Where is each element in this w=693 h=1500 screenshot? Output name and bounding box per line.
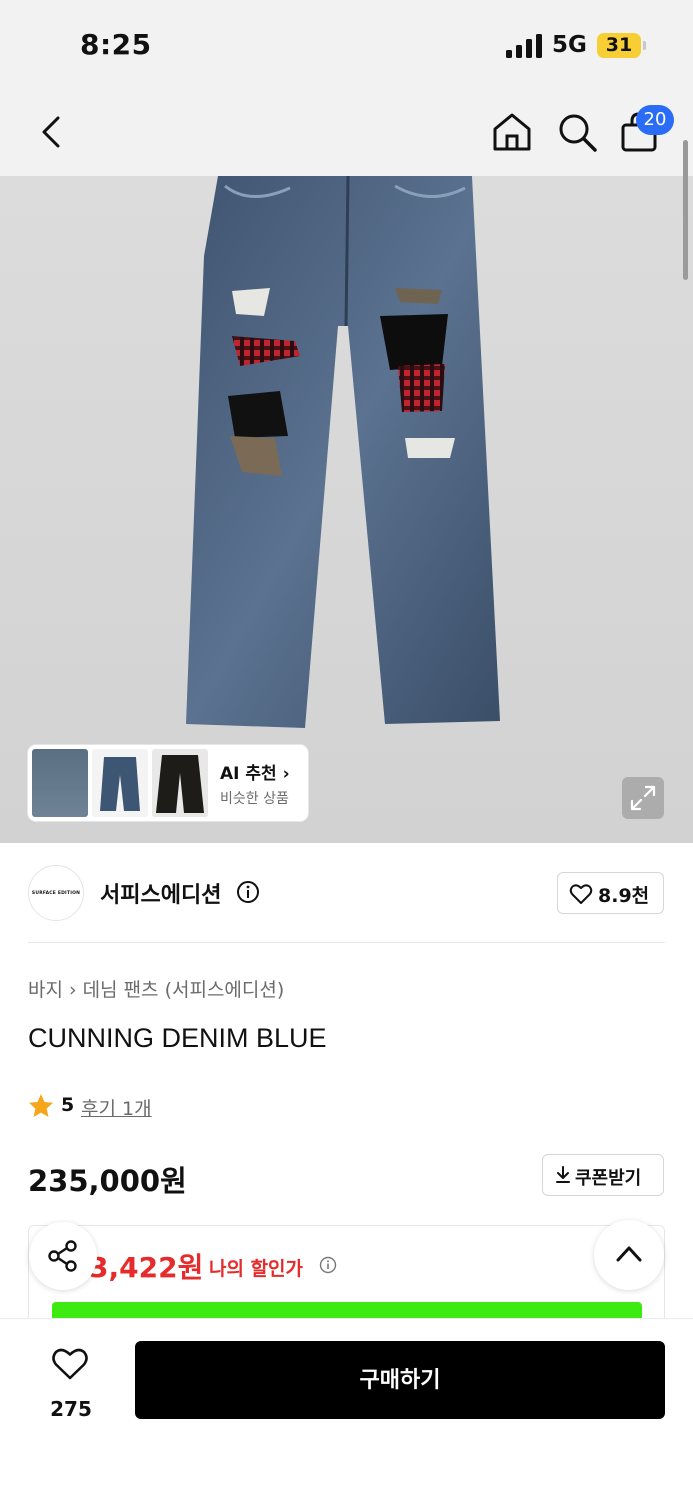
status-bar: 8:25 5G 31 [0,0,693,90]
cart-count-badge: 20 [636,105,674,135]
recommend-thumbnail[interactable] [92,749,148,817]
top-nav: 20 [0,90,693,176]
chevron-right-icon: › [68,979,77,1001]
ai-recommend-card[interactable]: AI 추천 › 비슷한 상품 [28,745,308,821]
ai-recommend-title: AI 추천 › [220,764,290,784]
buy-button[interactable]: 구매하기 [135,1341,665,1419]
jeans-image [186,176,500,728]
divider [28,942,665,943]
network-label: 5G [552,32,587,58]
breadcrumb-subcategory[interactable]: 데님 팬츠 (서피스에디션) [83,979,285,1001]
brand-logo[interactable]: SURFACE EDITION [28,865,84,921]
search-icon[interactable] [555,110,599,154]
bottom-bar: 275 구매하기 [0,1318,693,1500]
expand-icon [630,785,656,811]
my-price-label: 나의 할인가 [209,1258,304,1280]
download-icon [556,1166,570,1183]
wishlist-count: 275 [50,1397,92,1421]
product-title: CUNNING DENIM BLUE [28,1023,327,1053]
recommend-thumbnail[interactable] [152,749,208,817]
back-icon[interactable] [32,112,72,152]
brand-name[interactable]: 서피스에디션 [100,877,221,909]
breadcrumb: 바지 › 데님 팬츠 (서피스에디션) [28,975,284,1002]
wishlist-button[interactable]: 275 [30,1341,112,1431]
breadcrumb-category[interactable]: 바지 [28,979,63,1001]
ai-recommend-subtitle: 비슷한 상품 [220,791,289,807]
home-icon[interactable] [490,110,534,154]
scroll-top-button[interactable] [594,1220,664,1290]
price: 235,000원 [28,1164,187,1198]
info-icon[interactable] [319,1256,337,1274]
review-count-link[interactable]: 후기 1개 [81,1094,152,1121]
battery-tip [643,41,646,50]
jeans-thumb-image [100,757,140,811]
battery-indicator: 31 [597,33,641,58]
share-icon [48,1240,77,1272]
coupon-button[interactable]: 쿠폰받기 [542,1154,664,1196]
heart-icon [52,1348,88,1380]
brand-like-count: 8.9천 [598,885,650,907]
star-icon [29,1094,53,1117]
chevron-up-icon [616,1246,642,1262]
brand-like-button[interactable]: 8.9천 [557,872,664,914]
share-button[interactable] [29,1222,97,1290]
product-image[interactable]: AI 추천 › 비슷한 상품 [0,176,693,843]
scrollbar[interactable] [683,140,688,280]
signal-icon [506,34,542,58]
jeans-thumb-image [156,755,204,813]
status-time: 8:25 [80,28,152,61]
coupon-label: 쿠폰받기 [575,1168,642,1189]
info-icon[interactable] [236,880,260,904]
heart-icon [569,884,593,904]
expand-button[interactable] [622,777,664,819]
rating-score: 5 [61,1094,75,1116]
recommend-thumbnail[interactable] [32,749,88,817]
my-price: 3,422원 [89,1251,204,1284]
